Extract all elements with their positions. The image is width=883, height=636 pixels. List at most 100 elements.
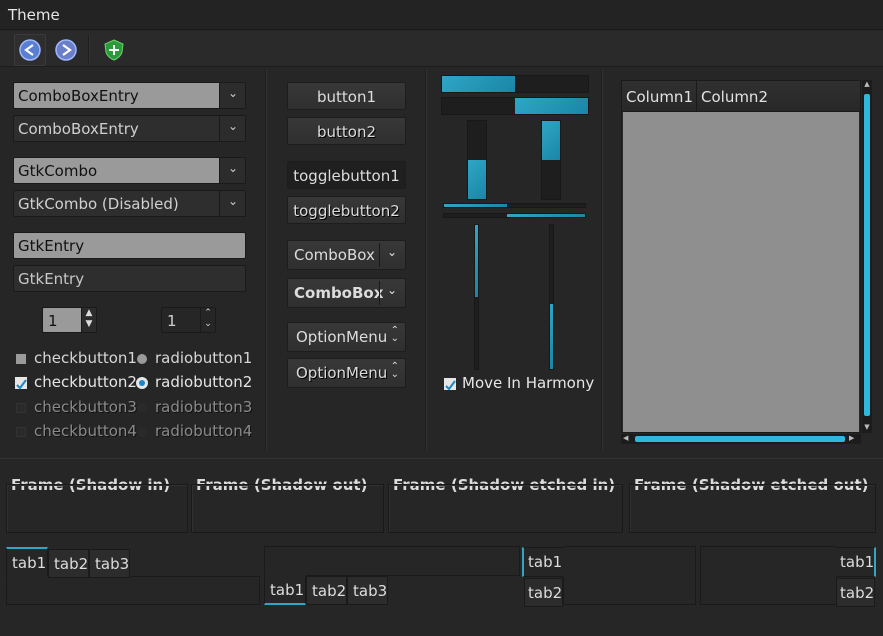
column-header-1[interactable]: Column1 bbox=[622, 81, 697, 111]
forward-button[interactable] bbox=[50, 34, 82, 66]
chevron-down-icon: ⌄ bbox=[228, 119, 239, 133]
togglebutton1-label: togglebutton1 bbox=[293, 167, 400, 185]
scroll-right-icon[interactable]: ▶ bbox=[849, 434, 859, 444]
notebook-top-tab1[interactable]: tab1 bbox=[6, 547, 48, 577]
tab-label: tab1 bbox=[270, 581, 305, 599]
security-button[interactable] bbox=[98, 34, 130, 66]
toolbar-separator bbox=[88, 35, 90, 63]
chevron-up-icon[interactable]: ▲ bbox=[82, 308, 96, 319]
notebook-left-tab1[interactable]: tab1 bbox=[522, 547, 564, 577]
scale-vertical-1[interactable] bbox=[474, 224, 479, 370]
vertical-scrollbar[interactable]: ▲ ▼ bbox=[862, 80, 872, 433]
radiobutton2-label[interactable]: radiobutton2 bbox=[155, 373, 252, 391]
column-header-label: Column1 bbox=[626, 88, 693, 106]
scroll-up-icon[interactable]: ▲ bbox=[862, 80, 872, 90]
notebook-bottom-content bbox=[264, 546, 520, 576]
checkbutton2-box[interactable] bbox=[15, 377, 27, 390]
vertical-scrollbar-thumb[interactable] bbox=[864, 94, 870, 416]
tab-label: tab2 bbox=[840, 584, 875, 602]
scale-fill bbox=[475, 225, 478, 297]
comboboxentry-arrow[interactable]: ⌄ bbox=[219, 83, 245, 108]
spinbutton-2[interactable]: 1 ⌃ ⌄ bbox=[161, 307, 216, 333]
treeview[interactable]: Column1 Column2 bbox=[621, 80, 861, 433]
horizontal-scrollbar[interactable]: ◀ ▶ bbox=[621, 434, 861, 444]
optionmenu-2[interactable]: OptionMenu ⌃ ⌄ bbox=[287, 358, 406, 388]
notebook-top-tab3[interactable]: tab3 bbox=[89, 549, 130, 578]
column-header-label: Column2 bbox=[701, 88, 768, 106]
chevron-down-icon: ⌄ bbox=[386, 283, 397, 297]
radiobutton1-dot[interactable] bbox=[137, 354, 147, 364]
checkbutton1-label[interactable]: checkbutton1 bbox=[34, 349, 137, 367]
progressbar-fill bbox=[515, 98, 588, 114]
notebook-bottom-tab2[interactable]: tab2 bbox=[306, 576, 347, 605]
progressbar-fill bbox=[468, 160, 486, 199]
scale-vertical-2[interactable] bbox=[549, 224, 554, 370]
combobox-label: ComboBox bbox=[294, 246, 375, 264]
gtkcombo-text: GtkCombo (Disabled) bbox=[18, 195, 179, 213]
comboboxentry-active[interactable]: ComboBoxEntry ⌄ bbox=[13, 82, 246, 109]
treeview-body[interactable] bbox=[623, 112, 859, 432]
comboboxentry-arrow[interactable]: ⌄ bbox=[219, 116, 245, 141]
frame-shadow-in bbox=[6, 484, 188, 533]
chevron-up-icon[interactable]: ⌃ bbox=[201, 308, 215, 319]
notebook-bottom-tab3[interactable]: tab3 bbox=[347, 576, 388, 605]
gtkcombo-disabled: GtkCombo (Disabled) ⌄ bbox=[13, 190, 246, 217]
combobox-2[interactable]: ComboBox ⌄ bbox=[287, 278, 406, 308]
checkbutton2-label[interactable]: checkbutton2 bbox=[34, 373, 137, 391]
notebook-right-tab1[interactable]: tab1 bbox=[836, 547, 876, 577]
spinbutton-arrows[interactable]: ⌃ ⌄ bbox=[200, 308, 215, 332]
togglebutton2[interactable]: togglebutton2 bbox=[287, 196, 406, 224]
togglebutton1[interactable]: togglebutton1 bbox=[287, 161, 406, 189]
column-separator bbox=[601, 70, 603, 450]
tab-label: tab1 bbox=[12, 554, 47, 572]
gtkcombo-arrow: ⌄ bbox=[219, 191, 245, 216]
back-button[interactable] bbox=[14, 34, 46, 66]
updown-arrows-icon: ⌃ ⌄ bbox=[390, 325, 399, 344]
gtkentry-focused[interactable]: GtkEntry bbox=[13, 232, 246, 259]
move-in-harmony-label[interactable]: Move In Harmony bbox=[462, 374, 594, 392]
scroll-left-icon[interactable]: ◀ bbox=[623, 434, 633, 444]
notebook-left-tab2[interactable]: tab2 bbox=[524, 578, 563, 607]
radiobutton1-label[interactable]: radiobutton1 bbox=[155, 349, 252, 367]
chevron-down-icon: ⌄ bbox=[228, 161, 239, 175]
column-separator bbox=[265, 70, 267, 450]
comboboxentry-text: ComboBoxEntry bbox=[18, 87, 139, 105]
chevron-down-icon[interactable]: ⌄ bbox=[201, 319, 215, 330]
shield-icon bbox=[104, 39, 124, 61]
move-in-harmony-box[interactable] bbox=[444, 378, 456, 391]
notebook-bottom-tab1[interactable]: tab1 bbox=[264, 575, 306, 605]
progressbar-fill bbox=[442, 76, 515, 92]
spinbutton-1[interactable]: 1 ▲ ▼ bbox=[42, 307, 97, 333]
button1[interactable]: button1 bbox=[287, 82, 406, 110]
updown-arrows-icon: ⌃ ⌄ bbox=[390, 361, 399, 380]
checkbutton1-box[interactable] bbox=[16, 354, 26, 364]
comboboxentry-text: ComboBoxEntry bbox=[18, 120, 139, 138]
combobox-label: ComboBox bbox=[294, 284, 384, 302]
scroll-down-icon[interactable]: ▼ bbox=[862, 423, 872, 433]
radiobutton2-dot[interactable] bbox=[136, 377, 148, 389]
progressbar-vertical-1 bbox=[467, 120, 487, 200]
notebook-right-tab2[interactable]: tab2 bbox=[836, 578, 875, 607]
gtkcombo-arrow[interactable]: ⌄ bbox=[219, 158, 245, 183]
chevron-down-icon: ⌄ bbox=[228, 86, 239, 100]
combobox-divider bbox=[379, 243, 380, 267]
spinbutton-arrows[interactable]: ▲ ▼ bbox=[81, 308, 96, 332]
comboboxentry-normal[interactable]: ComboBoxEntry ⌄ bbox=[13, 115, 246, 142]
combobox-1[interactable]: ComboBox ⌄ bbox=[287, 240, 406, 270]
notebook-top-tab2[interactable]: tab2 bbox=[48, 549, 89, 578]
notebook-left-content bbox=[563, 546, 696, 605]
chevron-down-icon[interactable]: ▼ bbox=[82, 319, 96, 330]
column-header-2[interactable]: Column2 bbox=[697, 81, 860, 111]
togglebutton2-label: togglebutton2 bbox=[293, 202, 400, 220]
optionmenu-1[interactable]: OptionMenu ⌃ ⌄ bbox=[287, 322, 406, 352]
gtkcombo-active[interactable]: GtkCombo ⌄ bbox=[13, 157, 246, 184]
checkmark-icon bbox=[445, 380, 456, 391]
scale-horizontal-2[interactable] bbox=[443, 213, 586, 218]
column-separator bbox=[425, 70, 427, 450]
button2[interactable]: button2 bbox=[287, 117, 406, 145]
gtkentry-normal[interactable]: GtkEntry bbox=[13, 265, 246, 292]
scale-horizontal-1[interactable] bbox=[443, 203, 586, 208]
radio-selected-icon bbox=[139, 380, 145, 386]
tab-label: tab2 bbox=[528, 584, 563, 602]
horizontal-scrollbar-thumb[interactable] bbox=[635, 436, 845, 442]
